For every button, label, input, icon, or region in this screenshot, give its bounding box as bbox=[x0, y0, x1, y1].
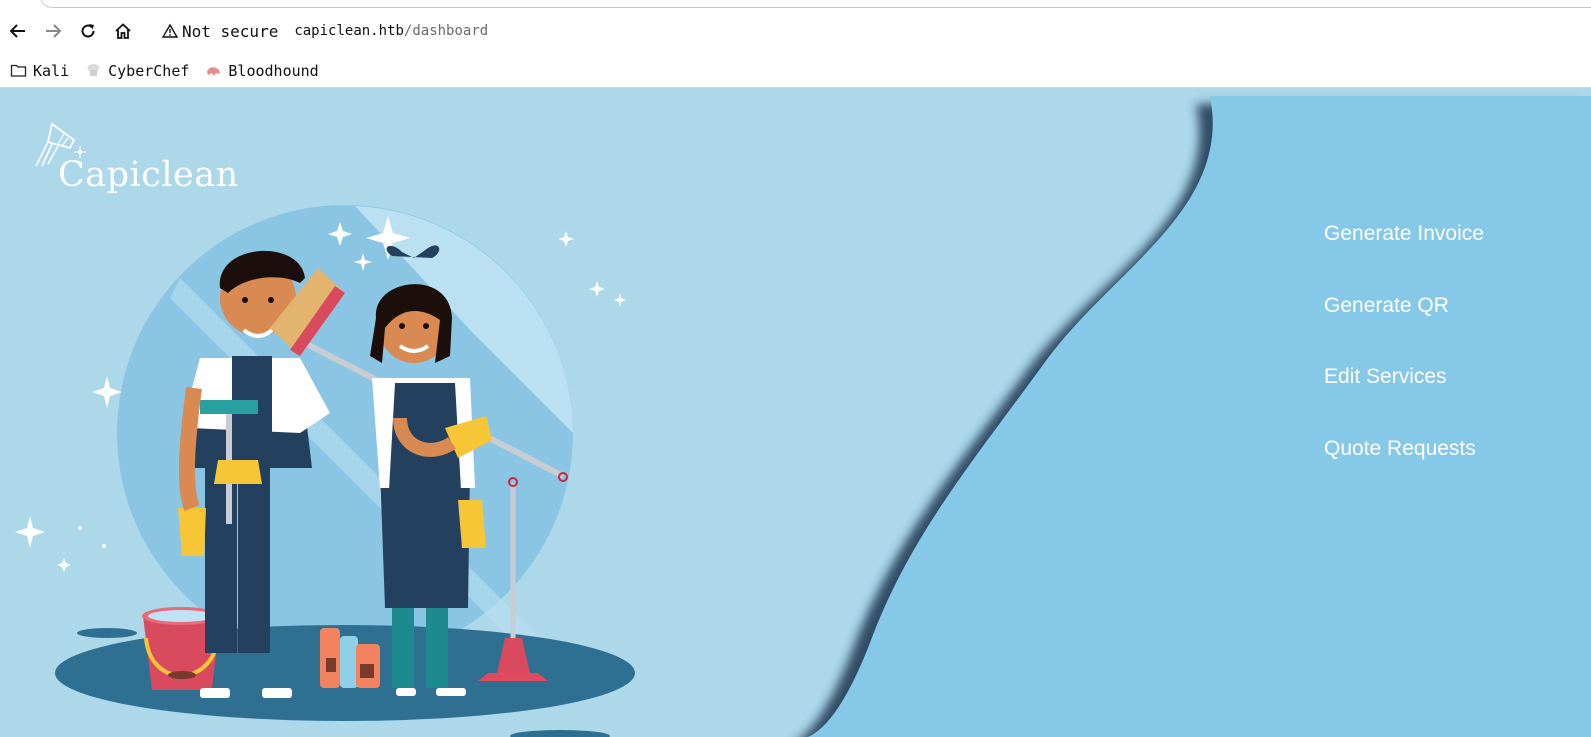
url-path: /dashboard bbox=[403, 23, 489, 39]
menu-edit-services[interactable]: Edit Services bbox=[1324, 365, 1484, 437]
dashboard-page: Capiclean Generate Invoice Generate QR E… bbox=[0, 88, 1591, 737]
active-tab-edge bbox=[40, 0, 1591, 8]
security-label: Not secure bbox=[182, 21, 279, 41]
home-icon bbox=[115, 23, 131, 39]
menu-generate-qr[interactable]: Generate QR bbox=[1324, 294, 1484, 366]
menu-generate-invoice[interactable]: Generate Invoice bbox=[1324, 222, 1484, 294]
bookmark-label: Kali bbox=[33, 61, 70, 80]
folder-icon bbox=[10, 64, 27, 77]
address-bar[interactable]: capiclean.htb/dashboard bbox=[294, 23, 488, 39]
dashboard-menu: Generate Invoice Generate QR Edit Servic… bbox=[1324, 222, 1484, 508]
bookmark-bloodhound[interactable]: Bloodhound bbox=[205, 61, 319, 80]
cyberchef-icon bbox=[87, 64, 100, 76]
menu-quote-requests[interactable]: Quote Requests bbox=[1324, 437, 1484, 509]
warning-triangle-icon bbox=[162, 23, 178, 38]
bloodhound-icon bbox=[207, 67, 221, 76]
back-button[interactable] bbox=[7, 20, 29, 42]
forward-button[interactable] bbox=[42, 20, 64, 42]
reload-icon bbox=[81, 24, 95, 38]
cleaners-illustration bbox=[15, 205, 635, 737]
bookmark-cyberchef[interactable]: CyberChef bbox=[85, 62, 189, 80]
bookmark-label: CyberChef bbox=[108, 61, 190, 80]
back-arrow-icon bbox=[9, 24, 25, 38]
bookmark-kali[interactable]: Kali bbox=[10, 62, 69, 80]
browser-toolbar: Not secure capiclean.htb/dashboard bbox=[0, 8, 1591, 54]
bookmark-label: Bloodhound bbox=[228, 61, 319, 80]
reload-button[interactable] bbox=[77, 20, 99, 42]
forward-arrow-icon bbox=[46, 24, 62, 38]
tab-strip bbox=[0, 0, 1591, 8]
url-host: capiclean.htb bbox=[294, 23, 404, 39]
security-indicator[interactable]: Not secure bbox=[162, 22, 278, 41]
home-button[interactable] bbox=[112, 20, 134, 42]
bookmarks-bar: Kali CyberChef Bloodhound bbox=[0, 54, 1591, 88]
